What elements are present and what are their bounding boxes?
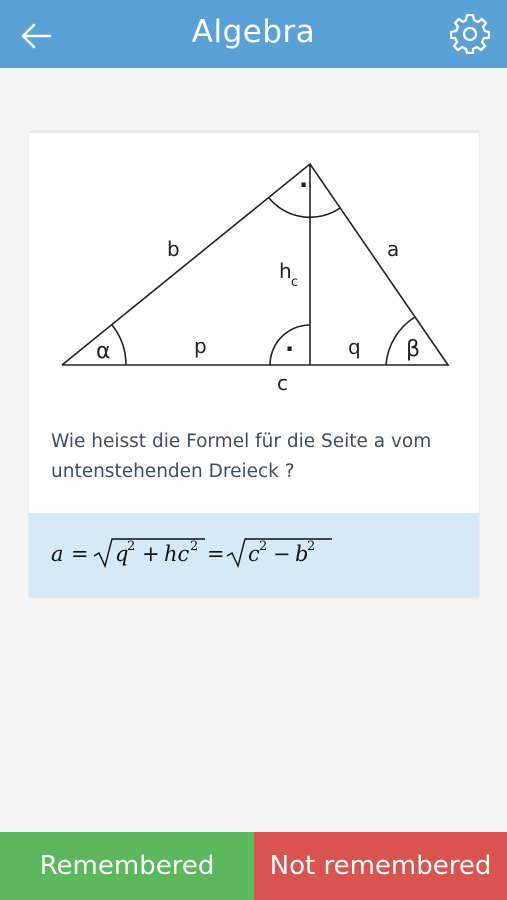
triangle-diagram: · · b a h c p q c α β	[61, 162, 450, 395]
alpha-arc	[111, 324, 127, 366]
page-title: Algebra	[191, 14, 316, 50]
label-side-c: c	[277, 371, 288, 395]
answer-formula: a = q 2 + hc 2 = c 2 − b 2	[51, 538, 332, 569]
svg-text:hc: hc	[164, 542, 190, 566]
svg-text:−: −	[273, 542, 291, 566]
svg-text:+: +	[142, 542, 160, 566]
label-side-a: a	[387, 237, 399, 261]
label-height-h: h	[279, 259, 292, 283]
label-side-b: b	[167, 237, 180, 261]
label-height-sub: c	[291, 275, 298, 290]
svg-text:2: 2	[307, 539, 315, 554]
right-angle-dot-top: ·	[299, 171, 308, 199]
gear-icon	[450, 14, 490, 54]
svg-text:2: 2	[259, 539, 267, 554]
label-angle-alpha: α	[96, 339, 111, 364]
not-remembered-button[interactable]: Not remembered	[254, 832, 507, 900]
remembered-button[interactable]: Remembered	[0, 832, 254, 900]
card-top-divider	[29, 131, 479, 133]
top-right-angle-arc	[268, 197, 341, 219]
svg-text:=: =	[71, 542, 89, 566]
svg-text:a: a	[51, 542, 64, 566]
svg-text:=: =	[207, 542, 225, 566]
label-angle-beta: β	[406, 337, 420, 362]
app-header: Algebra	[0, 0, 507, 68]
label-segment-p: p	[194, 334, 207, 358]
svg-text:2: 2	[190, 539, 198, 554]
right-angle-dot-bottom: ·	[285, 335, 294, 363]
answer-box: a = q 2 + hc 2 = c 2 − b 2	[29, 513, 479, 596]
answer-footer: Remembered Not remembered	[0, 832, 507, 900]
settings-button[interactable]	[446, 10, 494, 58]
label-segment-q: q	[348, 335, 361, 359]
svg-text:2: 2	[127, 539, 135, 554]
question-text: Wie heisst die Formel für die Seite a vo…	[51, 431, 432, 482]
triangle-outline	[61, 162, 450, 366]
flashcard: · · b a h c p q c α β Wie heisst die For…	[29, 131, 479, 596]
